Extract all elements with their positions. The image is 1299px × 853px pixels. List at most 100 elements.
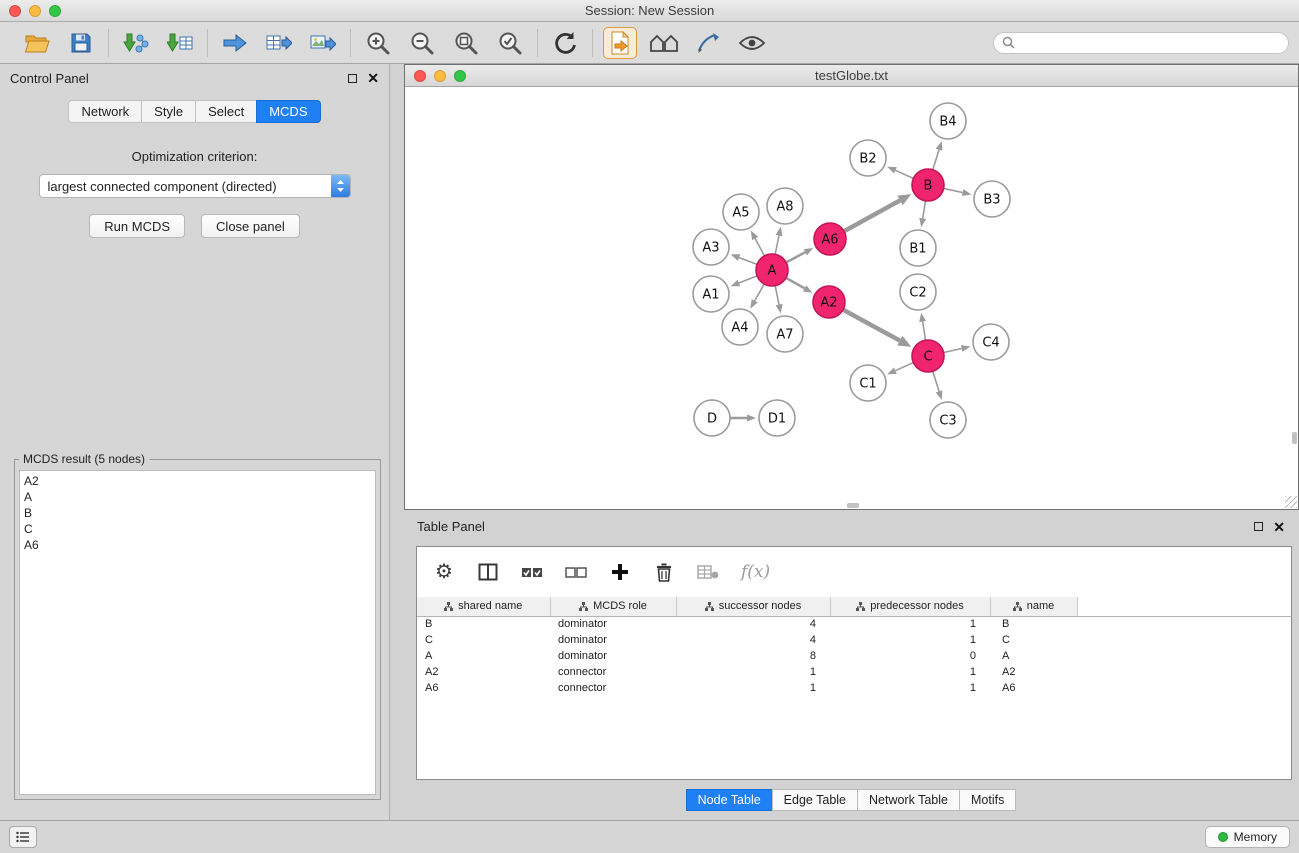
show-columns-button[interactable] — [477, 560, 499, 584]
deselect-all-button[interactable] — [565, 560, 587, 584]
horizontal-scrollbar-thumb[interactable] — [847, 503, 859, 508]
validator-button[interactable] — [691, 27, 725, 59]
show-graphics-details-button[interactable] — [735, 27, 769, 59]
memory-button[interactable]: Memory — [1205, 826, 1290, 848]
network-canvas[interactable]: A B C A2 A6 A1 A3 A4 A5 A7 A8 B1 B2 B3 B4 C1 C2 C3 C4 D D1 — [405, 87, 1298, 509]
network-node-B1[interactable]: B1 — [900, 230, 936, 266]
node-label: A7 — [776, 328, 793, 343]
checked-boxes-icon — [521, 565, 543, 579]
network-node-A6[interactable]: A6 — [814, 223, 846, 255]
tab-network[interactable]: Network — [68, 100, 142, 123]
tab-select[interactable]: Select — [195, 100, 257, 123]
network-node-D[interactable]: D — [694, 400, 730, 436]
column-header-mcds-role[interactable]: MCDS role — [550, 597, 676, 616]
export-image-button[interactable] — [306, 27, 340, 59]
import-table-button[interactable] — [163, 27, 197, 59]
network-node-B4[interactable]: B4 — [930, 103, 966, 139]
gear-icon: ⚙ — [435, 562, 453, 582]
table-row[interactable]: Cdominator41C — [417, 632, 1291, 648]
column-header-shared-name[interactable]: shared name — [417, 597, 550, 616]
criterion-select[interactable]: largest connected component (directed) — [39, 174, 351, 198]
zoom-fit-button[interactable] — [449, 27, 483, 59]
zoom-fit-icon — [453, 30, 479, 56]
network-node-C4[interactable]: C4 — [973, 324, 1009, 360]
network-node-B3[interactable]: B3 — [974, 181, 1010, 217]
search-input[interactable] — [1020, 36, 1280, 50]
table-settings-button[interactable]: ⚙ — [433, 560, 455, 584]
zoom-selected-button[interactable] — [493, 27, 527, 59]
network-node-D1[interactable]: D1 — [759, 400, 795, 436]
close-panel-icon[interactable]: ✕ — [367, 73, 379, 83]
tab-motifs[interactable]: Motifs — [959, 789, 1016, 811]
network-graph[interactable]: A B C A2 A6 A1 A3 A4 A5 A7 A8 B1 B2 B3 B4 C1 C2 C3 C4 D D1 — [405, 87, 1298, 509]
network-node-B[interactable]: B — [912, 169, 944, 201]
close-table-panel-icon[interactable]: ✕ — [1273, 522, 1285, 532]
network-node-C2[interactable]: C2 — [900, 274, 936, 310]
search-field[interactable] — [993, 32, 1289, 54]
column-header-predecessor-nodes[interactable]: predecessor nodes — [830, 597, 990, 616]
zoom-selected-icon — [497, 30, 523, 56]
network-node-C3[interactable]: C3 — [930, 402, 966, 438]
columns-icon — [478, 563, 498, 581]
run-mcds-button[interactable]: Run MCDS — [89, 214, 185, 238]
table-cell: A2 — [990, 664, 1077, 680]
network-node-A[interactable]: A — [756, 254, 788, 286]
show-hide-panels-button[interactable] — [647, 27, 681, 59]
open-recent-document-button[interactable] — [603, 27, 637, 59]
eye-icon — [738, 33, 766, 53]
delete-column-button[interactable] — [653, 560, 675, 584]
tab-mcds[interactable]: MCDS — [256, 100, 320, 123]
network-node-A5[interactable]: A5 — [723, 194, 759, 230]
export-network-icon — [222, 32, 248, 54]
delete-table-button[interactable] — [697, 560, 719, 584]
node-table: shared name MCDS role successor nodes pr… — [417, 597, 1291, 696]
table-toolbar: ⚙ — [417, 547, 1291, 597]
control-panel-title: Control Panel — [10, 71, 89, 86]
network-node-A1[interactable]: A1 — [693, 276, 729, 312]
tab-network-table[interactable]: Network Table — [857, 789, 960, 811]
refresh-button[interactable] — [548, 27, 582, 59]
node-label: C4 — [982, 336, 999, 351]
network-node-A4[interactable]: A4 — [722, 309, 758, 345]
mcds-result-list[interactable]: A2ABCA6 — [19, 470, 376, 795]
zoom-in-button[interactable] — [361, 27, 395, 59]
float-table-panel-icon[interactable] — [1254, 522, 1263, 531]
network-node-C[interactable]: C — [912, 340, 944, 372]
network-node-A3[interactable]: A3 — [693, 229, 729, 265]
function-builder-button[interactable]: f(x) — [741, 560, 770, 584]
network-node-A7[interactable]: A7 — [767, 316, 803, 352]
mcds-result-item: C — [24, 521, 371, 537]
table-row[interactable]: A6connector11A6 — [417, 680, 1291, 696]
network-node-A8[interactable]: A8 — [767, 188, 803, 224]
table-row[interactable]: Adominator80A — [417, 648, 1291, 664]
open-session-button[interactable] — [20, 27, 54, 59]
table-cell: dominator — [550, 648, 676, 664]
select-all-button[interactable] — [521, 560, 543, 584]
resize-grip[interactable] — [1285, 496, 1297, 508]
export-network-button[interactable] — [218, 27, 252, 59]
node-label: C3 — [939, 414, 956, 429]
application-window: Session: New Session — [0, 0, 1299, 853]
node-label: C2 — [909, 286, 926, 301]
float-panel-icon[interactable] — [348, 74, 357, 83]
fx-icon: f(x) — [741, 562, 770, 582]
zoom-out-button[interactable] — [405, 27, 439, 59]
task-history-button[interactable] — [9, 826, 37, 848]
import-table-icon — [167, 32, 193, 54]
tab-edge-table[interactable]: Edge Table — [772, 789, 858, 811]
export-table-button[interactable] — [262, 27, 296, 59]
network-node-C1[interactable]: C1 — [850, 365, 886, 401]
network-node-A2[interactable]: A2 — [813, 286, 845, 318]
add-column-button[interactable] — [609, 560, 631, 584]
save-session-button[interactable] — [64, 27, 98, 59]
column-header-name[interactable]: name — [990, 597, 1077, 616]
import-network-button[interactable] — [119, 27, 153, 59]
column-header-successor-nodes[interactable]: successor nodes — [676, 597, 830, 616]
close-panel-button[interactable]: Close panel — [201, 214, 300, 238]
tab-node-table[interactable]: Node Table — [686, 789, 773, 811]
network-node-B2[interactable]: B2 — [850, 140, 886, 176]
table-row[interactable]: Bdominator41B — [417, 616, 1291, 632]
table-row[interactable]: A2connector11A2 — [417, 664, 1291, 680]
tab-style[interactable]: Style — [141, 100, 196, 123]
vertical-scrollbar-thumb[interactable] — [1292, 432, 1297, 444]
